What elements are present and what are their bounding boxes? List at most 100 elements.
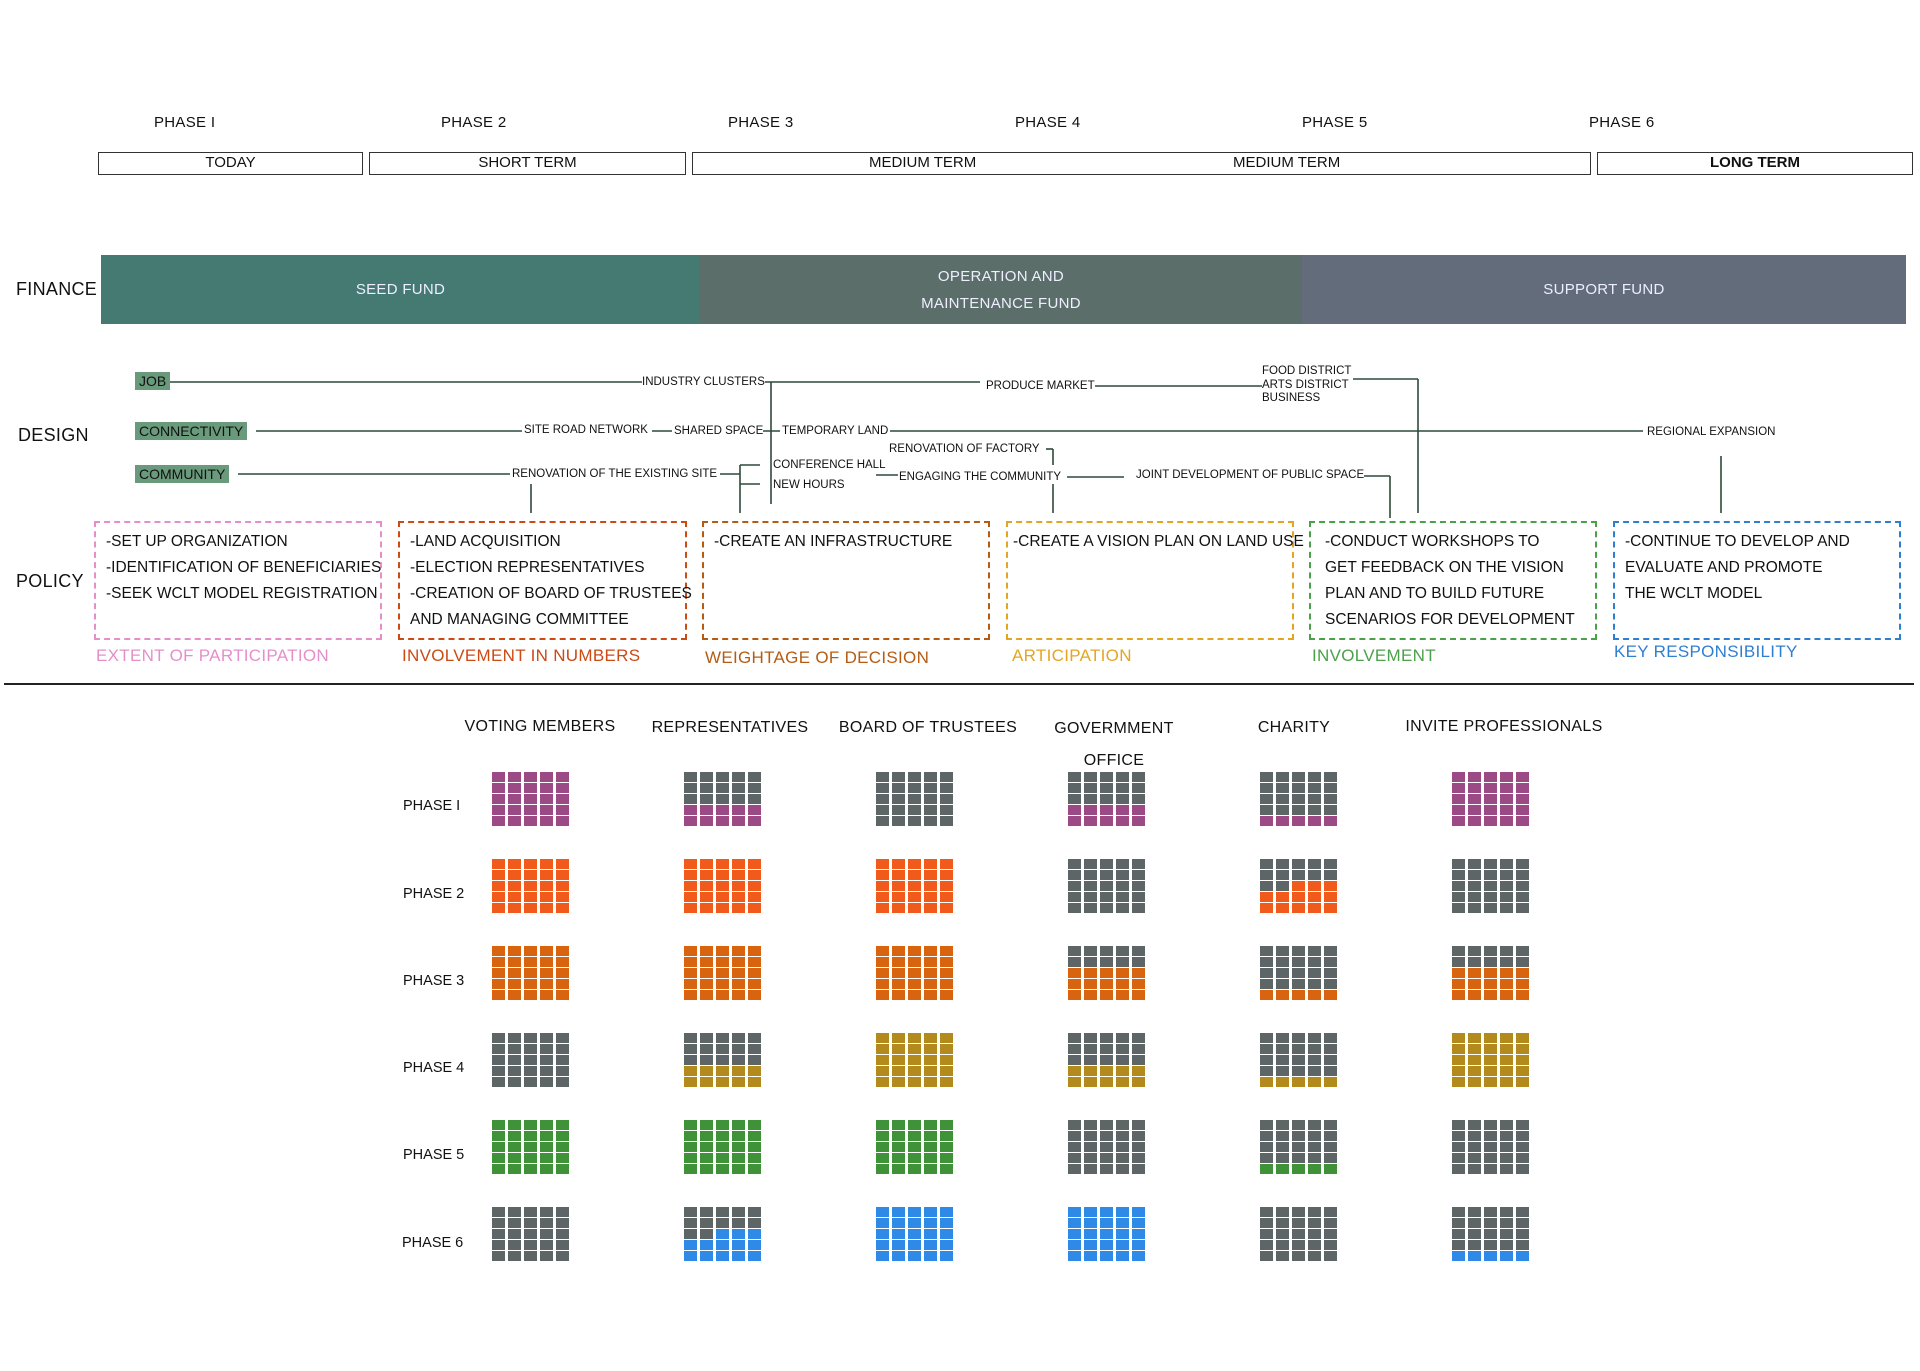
waffle-cell-empty (940, 772, 953, 782)
waffle-cell-empty (1308, 870, 1321, 880)
waffle-cell-empty (1084, 870, 1097, 880)
node-renovation-factory: RENOVATION OF FACTORY (889, 443, 1040, 456)
waffle-cell-empty (1452, 1120, 1465, 1130)
waffle-cell-filled (700, 979, 713, 989)
waffle-cell-empty (1100, 892, 1113, 902)
waffle-cell-filled (1308, 1077, 1321, 1087)
waffle-cell-empty (1500, 892, 1513, 902)
waffle-cell-filled (1500, 805, 1513, 815)
waffle-cell-empty (1516, 1240, 1529, 1250)
waffle-cell-filled (540, 870, 553, 880)
waffle-cell-empty (1100, 946, 1113, 956)
waffle-cell-empty (1100, 794, 1113, 804)
waffle-cell-filled (732, 968, 745, 978)
waffle-cell-filled (716, 870, 729, 880)
waffle-cell-filled (1100, 1077, 1113, 1087)
waffle-cell-filled (732, 1153, 745, 1163)
waffle-cell-filled (1084, 1240, 1097, 1250)
waffle-cell-filled (556, 968, 569, 978)
waffle-cell-filled (876, 870, 889, 880)
waffle-cell-empty (1260, 946, 1273, 956)
waffle-cell-empty (1084, 1044, 1097, 1054)
waffle-cell-filled (524, 816, 537, 826)
waffle-cell-empty (1276, 1033, 1289, 1043)
waffle-cell-filled (684, 816, 697, 826)
waffle-cell-filled (700, 990, 713, 1000)
waffle-cell-filled (556, 990, 569, 1000)
policy-box-2: -LAND ACQUISITION -ELECTION REPRESENTATI… (398, 521, 692, 640)
waffle-cell-filled (732, 1077, 745, 1087)
waffle-cell-empty (748, 1218, 761, 1228)
waffle-cell-empty (1084, 794, 1097, 804)
waffle-cell-empty (1500, 881, 1513, 891)
waffle-cell-empty (924, 783, 937, 793)
waffle-cell-empty (1324, 1142, 1337, 1152)
waffle-cell-filled (748, 805, 761, 815)
waffle-cell-filled (492, 957, 505, 967)
waffle-cell-empty (492, 1207, 505, 1217)
waffle-cell-filled (508, 1142, 521, 1152)
policy-2-line-4: AND MANAGING COMMITTEE (410, 611, 629, 628)
policy-caption-6: KEY RESPONSIBILITY (1614, 642, 1798, 661)
waffle-cell-filled (1084, 1207, 1097, 1217)
waffle-cell-empty (1308, 1218, 1321, 1228)
waffle-cell-filled (1468, 772, 1481, 782)
waffle-cell-filled (892, 859, 905, 869)
waffle-cell-filled (924, 1077, 937, 1087)
waffle-cell-empty (1100, 1131, 1113, 1141)
waffle-cell-filled (684, 990, 697, 1000)
waffle-cell-empty (1324, 979, 1337, 989)
policy-2-line-3: -CREATION OF BOARD OF TRUSTEES (410, 585, 692, 602)
waffle-cell-filled (540, 859, 553, 869)
waffle-cell-filled (876, 1251, 889, 1261)
waffle-cell-empty (1276, 805, 1289, 815)
waffle-cell-filled (1132, 1066, 1145, 1076)
waffle-cell-filled (748, 870, 761, 880)
waffle-cell-filled (1452, 816, 1465, 826)
waffle-cell-filled (684, 1131, 697, 1141)
waffle-cell-empty (508, 1044, 521, 1054)
waffle-cell-filled (1468, 783, 1481, 793)
waffle-cell-empty (1260, 1120, 1273, 1130)
waffle-cell-filled (540, 979, 553, 989)
waffle-cell-empty (1292, 1131, 1305, 1141)
waffle-cell-empty (1484, 1142, 1497, 1152)
node-site-road-network: SITE ROAD NETWORK (524, 424, 648, 437)
waffle-cell-empty (1276, 870, 1289, 880)
waffle-cell-filled (492, 794, 505, 804)
policy-caption-2: INVOLVEMENT IN NUMBERS (402, 646, 641, 665)
waffle-cell-empty (1324, 946, 1337, 956)
waffle-cell-filled (684, 1142, 697, 1152)
waffle-cell-filled (1068, 1251, 1081, 1261)
waffle-cell-filled (924, 968, 937, 978)
waffle-cell-empty (1260, 1033, 1273, 1043)
waffle-cell-filled (1100, 979, 1113, 989)
waffle-cell-empty (1116, 794, 1129, 804)
waffle-cell-filled (716, 968, 729, 978)
waffle-cell-empty (1068, 1153, 1081, 1163)
waffle-cell-empty (1500, 1153, 1513, 1163)
waffle-cell-filled (892, 957, 905, 967)
waffle-cell-filled (1308, 903, 1321, 913)
waffle-cell-filled (1100, 968, 1113, 978)
waffle-cell-filled (524, 979, 537, 989)
waffle-cell-filled (1516, 1044, 1529, 1054)
waffle-cell-filled (876, 1207, 889, 1217)
waffle-cell-filled (524, 892, 537, 902)
waffle-cell-empty (700, 1055, 713, 1065)
waffle-cell-filled (700, 903, 713, 913)
waffle-cell-empty (1468, 1131, 1481, 1141)
waffle-cell-filled (1516, 979, 1529, 989)
waffle-cell-filled (876, 946, 889, 956)
waffle-cell-filled (908, 1251, 921, 1261)
waffle-cell-filled (524, 805, 537, 815)
waffle-cell-empty (1324, 1229, 1337, 1239)
waffle-cell-filled (940, 870, 953, 880)
waffle-cell-filled (908, 1153, 921, 1163)
waffle-cell-filled (908, 1207, 921, 1217)
waffle-cell-empty (524, 1218, 537, 1228)
waffle-cell-filled (716, 1164, 729, 1174)
waffle-cell-filled (1500, 1251, 1513, 1261)
waffle-cell-filled (700, 870, 713, 880)
waffle-cell-filled (1292, 990, 1305, 1000)
